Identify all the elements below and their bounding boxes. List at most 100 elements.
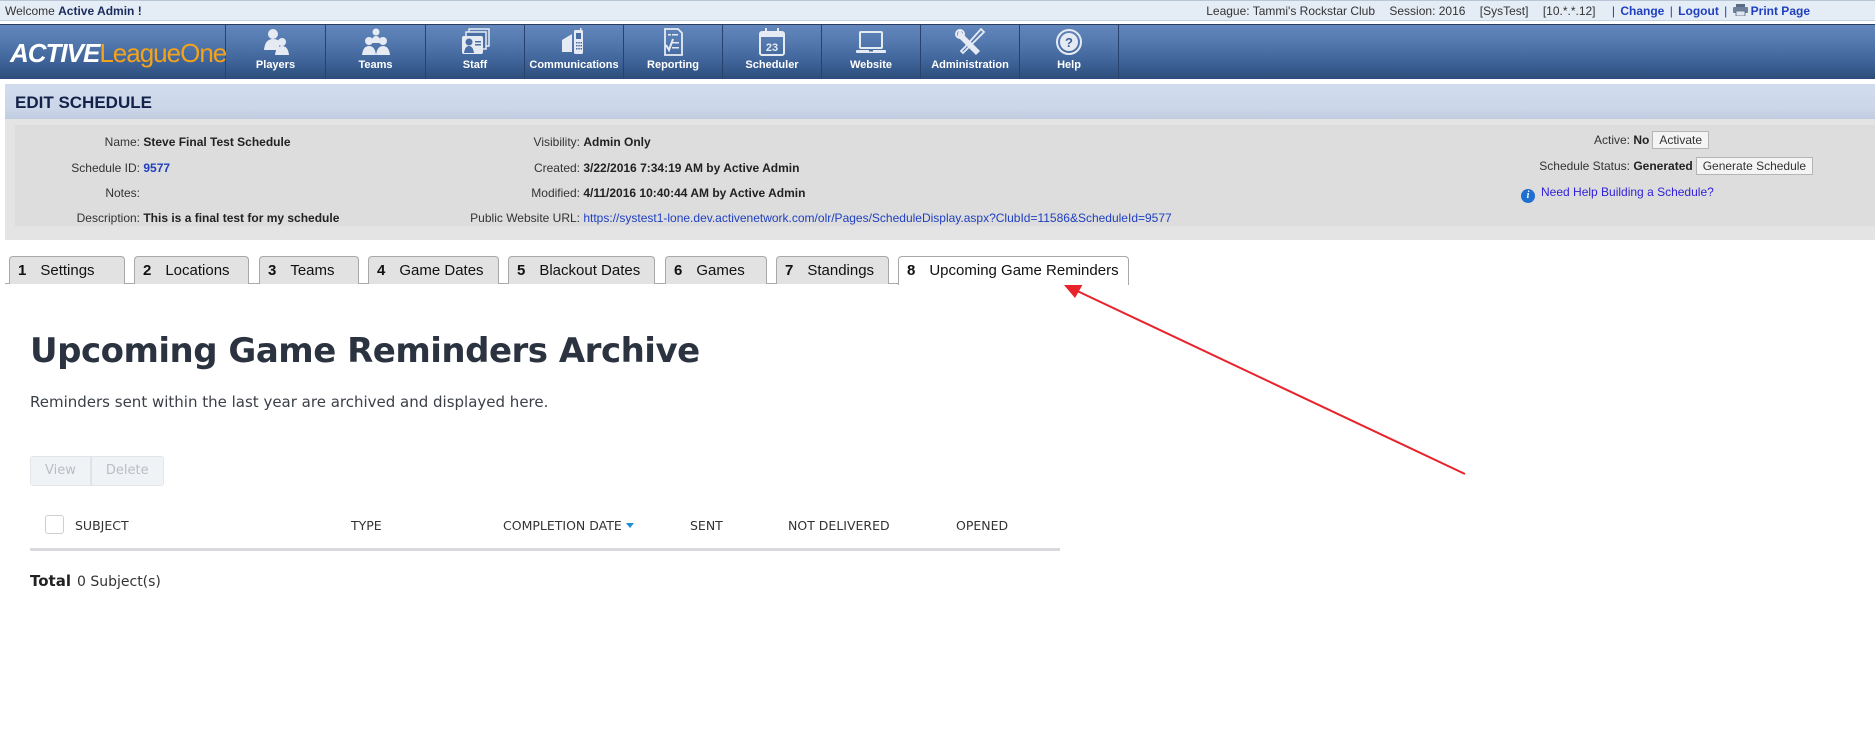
nav-administration[interactable]: Administration [921, 25, 1020, 79]
session-info: League: Tammi's Rockstar Club Session: 2… [1206, 4, 1810, 18]
environment: [SysTest] [1479, 4, 1529, 18]
action-button-group: View Delete [30, 456, 164, 486]
tab-standings[interactable]: 7 Standings [776, 256, 889, 284]
divider: | [1724, 4, 1728, 18]
tab-teams[interactable]: 3 Teams [259, 256, 359, 284]
column-completion-date[interactable]: COMPLETION DATE [503, 518, 634, 533]
nav-label: Staff [462, 59, 488, 71]
main-nav: ACTIVELeagueOne Players Teams Staff Comm… [0, 24, 1875, 79]
column-completion-date-label: COMPLETION DATE [503, 518, 622, 533]
nav-staff[interactable]: Staff [426, 25, 525, 79]
reporting-icon [664, 28, 683, 56]
schedule-id-link[interactable]: 9577 [143, 161, 170, 175]
total-label: Total [30, 572, 71, 590]
communications-icon [562, 28, 583, 54]
edit-schedule-header: EDIT SCHEDULE [5, 84, 1875, 119]
tab-number: 6 [674, 262, 683, 279]
calendar-icon: 23 [759, 28, 785, 56]
session-year: Session: 2016 [1389, 4, 1466, 18]
annotation-arrow-head [1064, 284, 1083, 298]
tab-settings[interactable]: 1 Settings [9, 256, 125, 284]
tab-label: Settings [40, 262, 95, 279]
logo[interactable]: ACTIVELeagueOne [0, 25, 227, 79]
nav-scheduler[interactable]: 23 Scheduler [723, 25, 822, 79]
welcome-message: Welcome Active Admin ! [5, 4, 142, 18]
active-status: No [1633, 133, 1650, 147]
nav-label: Website [850, 59, 892, 71]
tab-label: Standings [807, 262, 875, 279]
visibility-label: Visibility: [533, 135, 580, 149]
column-type[interactable]: TYPE [351, 518, 382, 533]
staff-icon [462, 28, 490, 54]
tab-locations[interactable]: 2 Locations [134, 256, 249, 284]
nav-label: Scheduler [745, 59, 799, 71]
info-icon: i [1521, 189, 1535, 203]
nav-help[interactable]: ? Help [1020, 25, 1119, 79]
help-building-schedule-link[interactable]: i Need Help Building a Schedule? [1521, 185, 1714, 203]
calendar-day: 23 [766, 42, 778, 54]
ip-address: [10.*.*.12] [1542, 4, 1596, 18]
select-all-checkbox[interactable] [45, 515, 64, 534]
page-title: EDIT SCHEDULE [15, 93, 152, 112]
tab-label: Locations [165, 262, 230, 279]
laptop-icon [856, 31, 886, 53]
tab-number: 3 [268, 262, 277, 279]
welcome-prefix: Welcome [5, 4, 55, 18]
tab-number: 1 [18, 262, 27, 279]
divider: | [1669, 4, 1673, 18]
schedule-status: Generated [1633, 159, 1693, 173]
tab-number: 2 [143, 262, 152, 279]
schedule-modified: 4/11/2016 10:40:44 AM by Active Admin [583, 186, 806, 200]
tab-upcoming-game-reminders[interactable]: 8 Upcoming Game Reminders [898, 256, 1129, 285]
tab-number: 7 [785, 262, 794, 279]
tab-number: 8 [907, 262, 916, 279]
help-icon: ? [1056, 29, 1082, 55]
public-url-label: Public Website URL: [470, 211, 580, 225]
print-page-link[interactable]: Print Page [1732, 4, 1810, 18]
column-opened[interactable]: OPENED [956, 518, 1008, 533]
column-subject[interactable]: SUBJECT [75, 518, 129, 533]
activate-button[interactable]: Activate [1652, 131, 1710, 149]
logo-leagueone: LeagueOne [99, 38, 227, 68]
tab-blackout-dates[interactable]: 5 Blackout Dates [508, 256, 655, 284]
active-label: Active: [1593, 133, 1630, 147]
players-icon [263, 29, 289, 55]
nav-website[interactable]: Website [822, 25, 921, 79]
nav-label: Administration [931, 59, 1009, 71]
column-not-delivered[interactable]: NOT DELIVERED [788, 518, 890, 533]
nav-label: Help [1057, 59, 1081, 71]
tab-game-dates[interactable]: 4 Game Dates [368, 256, 499, 284]
nav-teams[interactable]: Teams [326, 25, 426, 79]
schedule-visibility: Admin Only [583, 135, 651, 149]
nav-reporting[interactable]: Reporting [624, 25, 723, 79]
schedule-status-label: Schedule Status: [1539, 159, 1630, 173]
view-button[interactable]: View [30, 456, 91, 486]
public-website-url-link[interactable]: https://systest1-lone.dev.activenetwork.… [583, 211, 1171, 225]
tab-number: 5 [517, 262, 526, 279]
modified-label: Modified: [531, 186, 580, 200]
schedule-details: Name: Steve Final Test Schedule Schedule… [15, 125, 1875, 226]
tab-label: Game Dates [399, 262, 484, 279]
reminders-table-header: SUBJECT TYPE COMPLETION DATE SENT NOT DE… [30, 513, 1060, 551]
divider: | [1611, 4, 1615, 18]
schedule-tabs: 1 Settings 2 Locations 3 Teams 4 Game Dates … [9, 256, 1129, 285]
tab-games[interactable]: 6 Games [665, 256, 767, 284]
svg-text:?: ? [1065, 35, 1073, 50]
archive-title: Upcoming Game Reminders Archive [30, 331, 700, 371]
tab-label: Blackout Dates [539, 262, 641, 279]
name-label: Name: [104, 135, 140, 149]
logout-link[interactable]: Logout [1678, 4, 1719, 18]
archive-description: Reminders sent within the last year are … [30, 393, 549, 411]
generate-schedule-button[interactable]: Generate Schedule [1695, 157, 1814, 175]
nav-label: Communications [529, 59, 619, 71]
column-sent[interactable]: SENT [690, 518, 723, 533]
nav-communications[interactable]: Communications [525, 25, 624, 79]
nav-players[interactable]: Players [226, 25, 326, 79]
schedule-id-label: Schedule ID: [71, 161, 140, 175]
league-name: League: Tammi's Rockstar Club [1206, 4, 1376, 18]
change-link[interactable]: Change [1620, 4, 1664, 18]
nav-label: Teams [358, 59, 393, 71]
sort-descending-icon [625, 523, 634, 528]
tab-number: 4 [377, 262, 386, 279]
delete-button[interactable]: Delete [90, 456, 164, 486]
